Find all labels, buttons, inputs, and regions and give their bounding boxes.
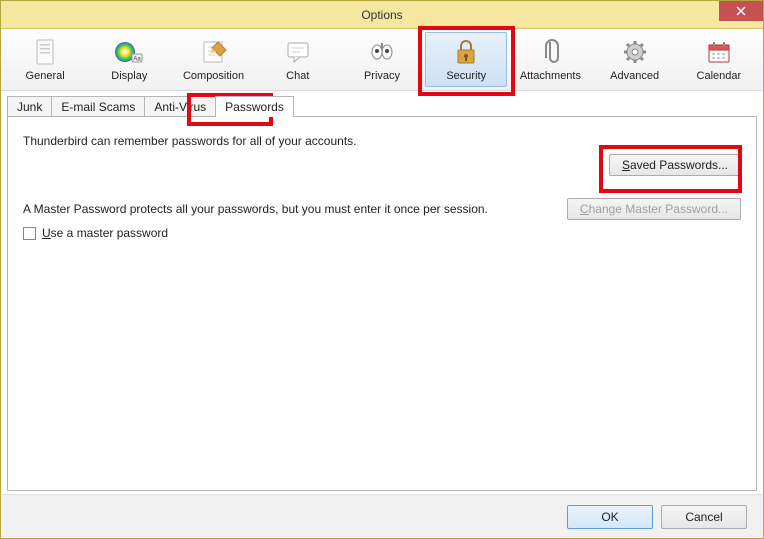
toolbar-label: Display (111, 70, 147, 82)
attachments-icon (534, 37, 566, 67)
dialog-button-row: OK Cancel (1, 494, 763, 538)
content-area: Junk E-mail Scams Anti-Virus Passwords T… (1, 91, 763, 494)
close-icon (736, 6, 746, 16)
close-button[interactable] (719, 1, 763, 21)
toolbar-label: Calendar (697, 70, 742, 82)
window-title: Options (361, 8, 402, 22)
calendar-icon (703, 37, 735, 67)
toolbar-label: Composition (183, 70, 244, 82)
toolbar-label: Privacy (364, 70, 400, 82)
composition-icon (198, 37, 230, 67)
toolbar-item-advanced[interactable]: Advanced (594, 32, 676, 87)
toolbar-label: Attachments (520, 70, 581, 82)
toolbar-label: Security (446, 70, 486, 82)
security-icon (450, 37, 482, 67)
master-password-text: A Master Password protects all your pass… (23, 202, 488, 216)
subtab-anti-virus[interactable]: Anti-Virus (144, 96, 216, 117)
toolbar-label: Chat (286, 70, 309, 82)
remember-passwords-text: Thunderbird can remember passwords for a… (23, 134, 357, 148)
privacy-icon (366, 37, 398, 67)
use-master-password-label[interactable]: Use a master password (42, 226, 168, 240)
use-master-password-checkbox[interactable] (23, 227, 36, 240)
subtab-strip: Junk E-mail Scams Anti-Virus Passwords (1, 91, 763, 116)
passwords-panel: Thunderbird can remember passwords for a… (7, 116, 757, 491)
advanced-icon (619, 37, 651, 67)
toolbar-item-calendar[interactable]: Calendar (678, 32, 760, 87)
chat-icon (282, 37, 314, 67)
titlebar: Options (1, 1, 763, 29)
svg-text:Aa: Aa (134, 57, 142, 63)
cancel-button[interactable]: Cancel (661, 505, 747, 529)
subtab-passwords[interactable]: Passwords (215, 96, 294, 117)
ok-button[interactable]: OK (567, 505, 653, 529)
toolbar-item-display[interactable]: Aa Display (88, 32, 170, 87)
toolbar-item-chat[interactable]: Chat (257, 32, 339, 87)
subtab-email-scams[interactable]: E-mail Scams (51, 96, 145, 117)
toolbar-item-security[interactable]: Security (425, 32, 507, 87)
toolbar-item-composition[interactable]: Composition (172, 32, 254, 87)
change-master-password-button[interactable]: Change Master Password... (567, 198, 741, 220)
general-icon (29, 37, 61, 67)
category-toolbar: General Aa Display Composition Chat Priv… (1, 29, 763, 91)
toolbar-item-general[interactable]: General (4, 32, 86, 87)
display-icon: Aa (113, 37, 145, 67)
options-dialog: Options General Aa Display Composition (0, 0, 764, 539)
saved-passwords-button[interactable]: Saved Passwords... (609, 154, 741, 176)
toolbar-label: Advanced (610, 70, 659, 82)
subtab-junk[interactable]: Junk (7, 96, 52, 117)
toolbar-item-privacy[interactable]: Privacy (341, 32, 423, 87)
toolbar-item-attachments[interactable]: Attachments (509, 32, 591, 87)
toolbar-label: General (26, 70, 65, 82)
